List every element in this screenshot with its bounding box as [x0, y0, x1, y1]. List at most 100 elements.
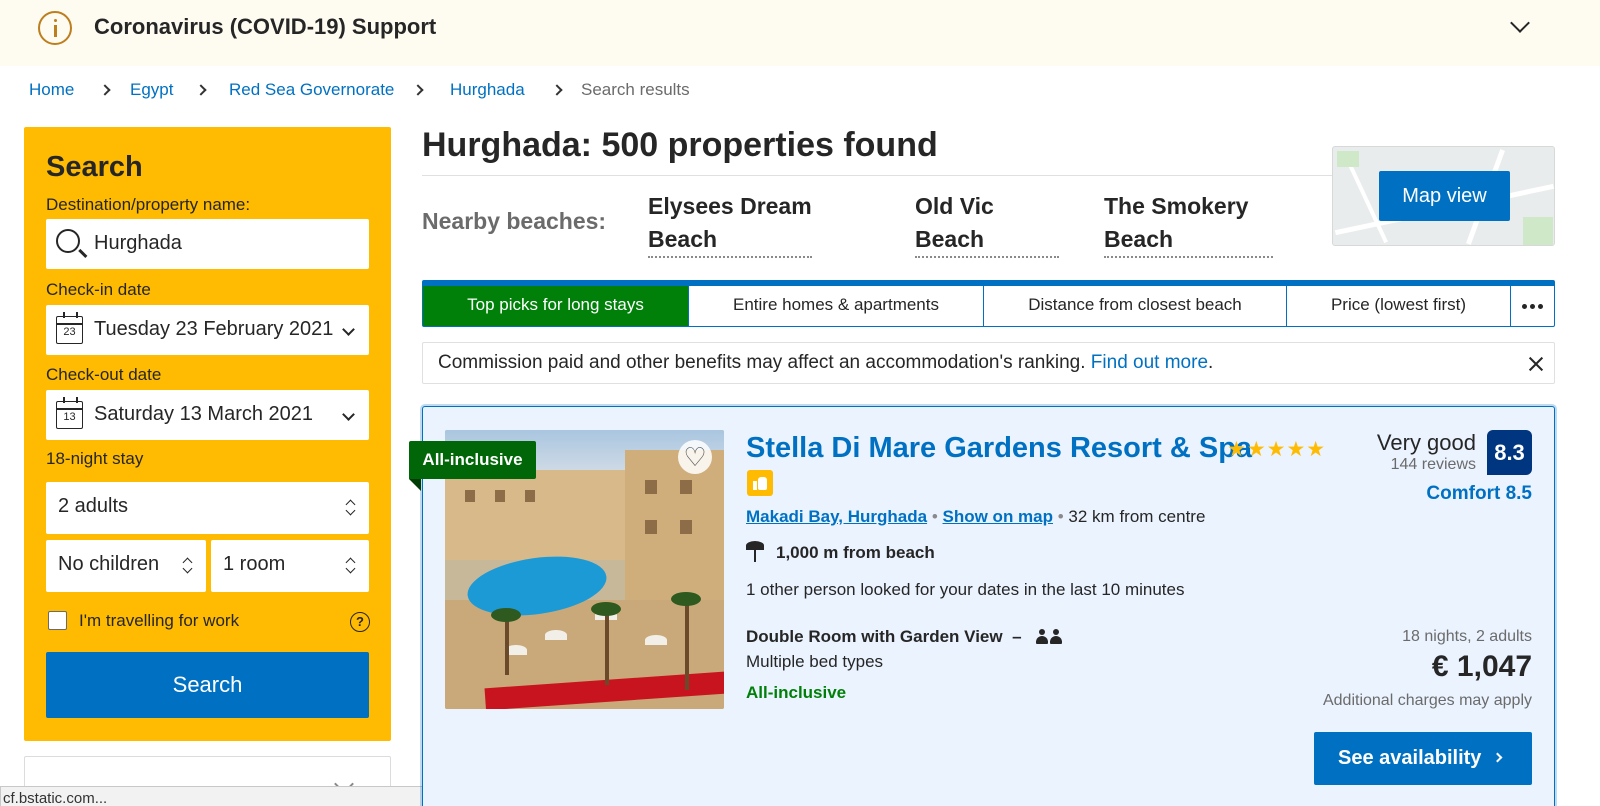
help-icon[interactable]: ? [350, 612, 370, 632]
dot [1538, 304, 1543, 309]
checkin-label: Check-in date [46, 280, 151, 299]
comfort-score: Comfort 8.5 [1426, 483, 1532, 504]
photo-building [625, 450, 724, 600]
photo-palm-leaf [491, 608, 521, 622]
photo-window [645, 520, 657, 534]
breadcrumb-hurghada[interactable]: Hurghada [450, 80, 525, 100]
chevron-down-icon [342, 408, 355, 421]
breadcrumb-red-sea[interactable]: Red Sea Governorate [229, 80, 394, 100]
stay-summary: 18 nights, 2 adults [1402, 628, 1532, 645]
badge-ribbon-tail [409, 479, 421, 491]
two-persons-icon [1036, 629, 1064, 645]
map-park [1337, 151, 1359, 167]
photo-palm-leaf [671, 592, 701, 606]
additional-charges-note: Additional charges may apply [1322, 692, 1532, 709]
breadcrumb-egypt[interactable]: Egypt [130, 80, 173, 100]
beach-name-line: The Smokery [1104, 193, 1249, 219]
review-count[interactable]: 144 reviews [1391, 456, 1476, 474]
search-button[interactable]: Search [46, 652, 369, 718]
see-availability-label: See availability [1338, 747, 1482, 769]
all-inclusive-badge: All-inclusive [409, 441, 536, 479]
info-icon [38, 11, 72, 45]
rooms-select[interactable]: 1 room [211, 540, 369, 592]
beach-name-line: Beach [915, 226, 985, 252]
photo-window [465, 490, 475, 502]
more-dots-icon[interactable] [1511, 286, 1554, 326]
heart-icon[interactable]: ♡ [678, 440, 712, 474]
calendar-icon: 23 [56, 312, 83, 344]
palm-tree-icon [746, 541, 764, 563]
checkin-date-picker[interactable]: 23 Tuesday 23 February 2021 [46, 305, 369, 355]
room-name: Double Room with Garden View – [746, 627, 1022, 647]
review-score-word[interactable]: Very good [1377, 430, 1476, 456]
photo-umbrella [545, 630, 567, 640]
property-location: Makadi Bay, Hurghada • Show on map • 32 … [746, 507, 1205, 527]
beach-name-line: Elysees Dream [648, 193, 812, 219]
thumbs-up-icon [747, 470, 773, 496]
beach-link[interactable]: The Smokery Beach [1104, 190, 1274, 258]
dot [1530, 304, 1535, 309]
beach-link[interactable]: Elysees Dream Beach [648, 190, 812, 258]
browser-status-url: cf.bstatic.com... [0, 786, 490, 806]
select-arrows-icon [345, 499, 355, 515]
meal-plan: All-inclusive [746, 683, 847, 702]
review-score-badge[interactable]: 8.3 [1487, 430, 1532, 475]
map-view-button[interactable]: Map view [1379, 171, 1510, 221]
page-title: Hurghada: 500 properties found [422, 126, 938, 164]
beach-name-line: Beach [648, 226, 718, 252]
covid-banner[interactable]: Coronavirus (COVID-19) Support [0, 0, 1600, 66]
adults-select[interactable]: 2 adults [46, 482, 369, 534]
beach-name-line: Beach [1104, 226, 1174, 252]
checkout-value: Saturday 13 March 2021 [94, 403, 314, 425]
select-arrows-icon [182, 557, 192, 573]
work-travel-label[interactable]: I'm travelling for work [79, 611, 239, 631]
checkout-date-picker[interactable]: 13 Saturday 13 March 2021 [46, 390, 369, 440]
location-link[interactable]: Makadi Bay, Hurghada [746, 507, 927, 526]
recent-activity: 1 other person looked for your dates in … [746, 580, 1185, 599]
chevron-right-icon [412, 84, 424, 96]
children-select[interactable]: No children [46, 540, 206, 592]
photo-palm [685, 600, 689, 690]
sort-tab-entire-homes[interactable]: Entire homes & apartments [689, 286, 984, 326]
room-name-text: Double Room with Garden View [746, 627, 1003, 646]
find-out-more-link[interactable]: Find out more [1091, 352, 1208, 373]
search-panel-title: Search [46, 151, 143, 183]
stay-length: 18-night stay [46, 449, 144, 468]
dot [1522, 304, 1527, 309]
select-arrows-icon [345, 557, 355, 573]
sort-bar: Top picks for long stays Entire homes & … [422, 280, 1555, 327]
sort-tab-top-picks[interactable]: Top picks for long stays [423, 286, 689, 326]
ranking-notice: Commission paid and other benefits may a… [422, 342, 1555, 384]
adults-value: 2 adults [58, 495, 129, 517]
calendar-icon: 13 [56, 397, 83, 429]
property-name-link[interactable]: Stella Di Mare Gardens Resort & Spa [746, 432, 1252, 465]
close-icon[interactable] [1526, 354, 1546, 374]
see-availability-button[interactable]: See availability [1314, 732, 1532, 785]
map-thumbnail[interactable]: Map view [1332, 146, 1555, 246]
chevron-right-icon [195, 84, 207, 96]
photo-palm-leaf [591, 602, 621, 616]
nearby-beaches-label: Nearby beaches: [422, 208, 607, 234]
photo-window [680, 480, 692, 494]
work-travel-checkbox[interactable] [48, 611, 67, 630]
chevron-right-icon [551, 84, 563, 96]
distance-from-centre: 32 km from centre [1068, 507, 1206, 526]
photo-palm [605, 610, 609, 685]
destination-input[interactable]: Hurghada [46, 219, 369, 269]
notice-end: . [1208, 352, 1214, 373]
chevron-right-icon [99, 84, 111, 96]
star-rating-icon: ★★★★★ [1227, 438, 1327, 461]
beach-link[interactable]: Old Vic Beach [915, 190, 1060, 258]
search-panel: Search Destination/property name: Hurgha… [24, 127, 391, 741]
breadcrumb-home[interactable]: Home [29, 80, 74, 100]
sort-tab-price[interactable]: Price (lowest first) [1287, 286, 1511, 326]
beach-distance: 1,000 m from beach [776, 543, 935, 562]
chevron-down-icon[interactable] [1510, 13, 1530, 33]
photo-palm [505, 615, 509, 675]
photo-window [495, 490, 505, 502]
breadcrumb-current: Search results [581, 80, 690, 99]
checkin-value: Tuesday 23 February 2021 [94, 318, 334, 340]
show-on-map-link[interactable]: Show on map [943, 507, 1054, 526]
destination-value: Hurghada [94, 232, 182, 254]
sort-tab-beach-distance[interactable]: Distance from closest beach [984, 286, 1287, 326]
